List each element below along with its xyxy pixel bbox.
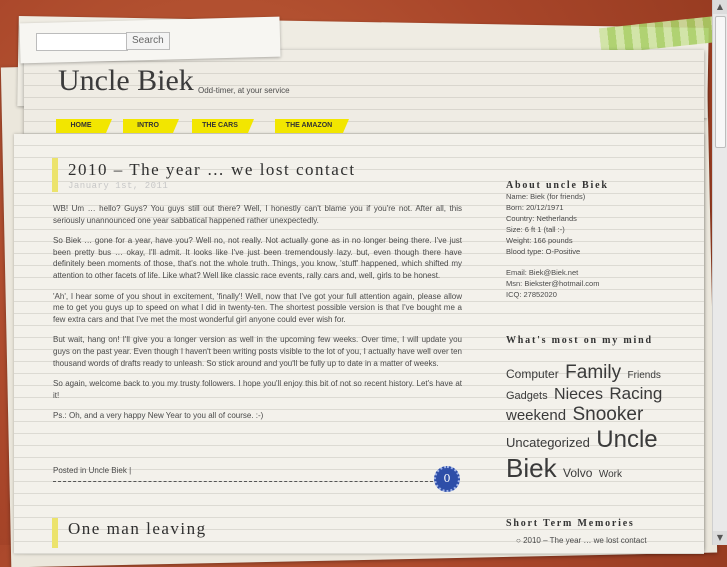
tag-link[interactable]: Racing — [609, 384, 662, 403]
vertical-scrollbar[interactable]: ▲ ▼ — [712, 0, 727, 545]
post-paragraph: But wait, hang on! I'll give you a longe… — [53, 335, 462, 368]
post-paragraph: So Biek … gone for a year, have you? Wel… — [53, 236, 462, 280]
comment-count-badge[interactable]: 0 — [434, 466, 460, 492]
search-button[interactable]: Search — [126, 32, 170, 50]
tag-link[interactable]: weekend — [506, 407, 566, 424]
about-widget-title: About uncle Biek — [506, 180, 609, 191]
tag-link[interactable]: Computer — [506, 367, 559, 381]
tag-link[interactable]: Friends — [628, 370, 661, 381]
about-line: Msn: Biekster@hotmail.com — [506, 279, 600, 289]
about-line: Size: 6 ft 1 (tall :-) — [506, 224, 565, 234]
post-title-accent — [52, 158, 58, 192]
tag-link[interactable]: Volvo — [563, 466, 592, 480]
about-widget: Name: Biek (for friends) Born: 20/12/197… — [506, 192, 599, 301]
memory-link[interactable]: 2010 – The year … we lost contact — [523, 536, 646, 545]
scroll-down-icon[interactable]: ▼ — [713, 531, 727, 545]
next-post-title[interactable]: One man leaving — [68, 519, 207, 539]
about-line — [506, 257, 599, 268]
tag-link[interactable]: Biek — [506, 453, 557, 483]
memories-widget-title: Short Term Memories — [506, 518, 635, 529]
post-date: January 1st, 2011 — [68, 181, 169, 191]
scroll-up-icon[interactable]: ▲ — [713, 0, 727, 14]
about-line: Email: Biek@Biek.net — [506, 268, 579, 278]
nav-the-amazon[interactable]: THE AMAZON — [275, 119, 349, 133]
post-paragraph: 'Ah', I hear some of you shout in excite… — [53, 291, 462, 324]
post-paragraph: WB! Um … hello? Guys? You guys still out… — [53, 204, 462, 225]
category-link[interactable]: Uncle Biek — [89, 466, 127, 475]
tag-link[interactable]: Snooker — [573, 404, 644, 425]
post-paragraph: So again, welcome back to you my trusty … — [53, 379, 462, 400]
mind-widget-title: What's most on my mind — [506, 335, 653, 346]
about-line: Country: Netherlands — [506, 213, 577, 223]
tag-link[interactable]: Nieces — [554, 386, 603, 403]
about-line: Weight: 166 pounds — [506, 235, 573, 245]
next-post-title-accent — [52, 518, 58, 548]
post-divider — [53, 481, 443, 482]
nav-intro[interactable]: INTRO — [123, 119, 179, 133]
post-body: WB! Um … hello? Guys? You guys still out… — [53, 203, 462, 431]
post-title[interactable]: 2010 – The year … we lost contact — [68, 160, 356, 180]
tag-link[interactable]: Uncategorized — [506, 435, 590, 450]
posted-in-label: Posted in — [53, 466, 87, 475]
tag-link[interactable]: Gadgets — [506, 390, 548, 402]
post-meta: Posted in Uncle Biek | — [53, 466, 131, 475]
scrollbar-thumb[interactable] — [715, 16, 726, 148]
about-line: Blood type: O-Positive — [506, 246, 581, 256]
tag-cloud: Computer Family Friends Gadgets Nieces R… — [506, 362, 671, 484]
tag-link[interactable]: Family — [565, 362, 621, 383]
nav-the-cars[interactable]: THE CARS — [192, 119, 254, 133]
nav-home[interactable]: HOME — [56, 119, 112, 133]
meta-separator: | — [129, 466, 132, 475]
tag-link[interactable]: Uncle — [596, 426, 657, 453]
search-input[interactable] — [36, 33, 128, 51]
memories-list: ○ 2010 – The year … we lost contact — [516, 536, 647, 545]
post-paragraph: Ps.: Oh, and a very happy New Year to yo… — [53, 411, 264, 421]
site-tagline: Odd-timer, at your service — [198, 86, 290, 95]
about-line: ICQ: 27852020 — [506, 290, 557, 300]
bullet-icon: ○ — [516, 536, 524, 545]
tag-link[interactable]: Work — [599, 469, 622, 480]
site-title[interactable]: Uncle Biek — [58, 64, 194, 98]
about-line: Name: Biek (for friends) — [506, 192, 586, 201]
about-line: Born: 20/12/1971 — [506, 202, 564, 212]
